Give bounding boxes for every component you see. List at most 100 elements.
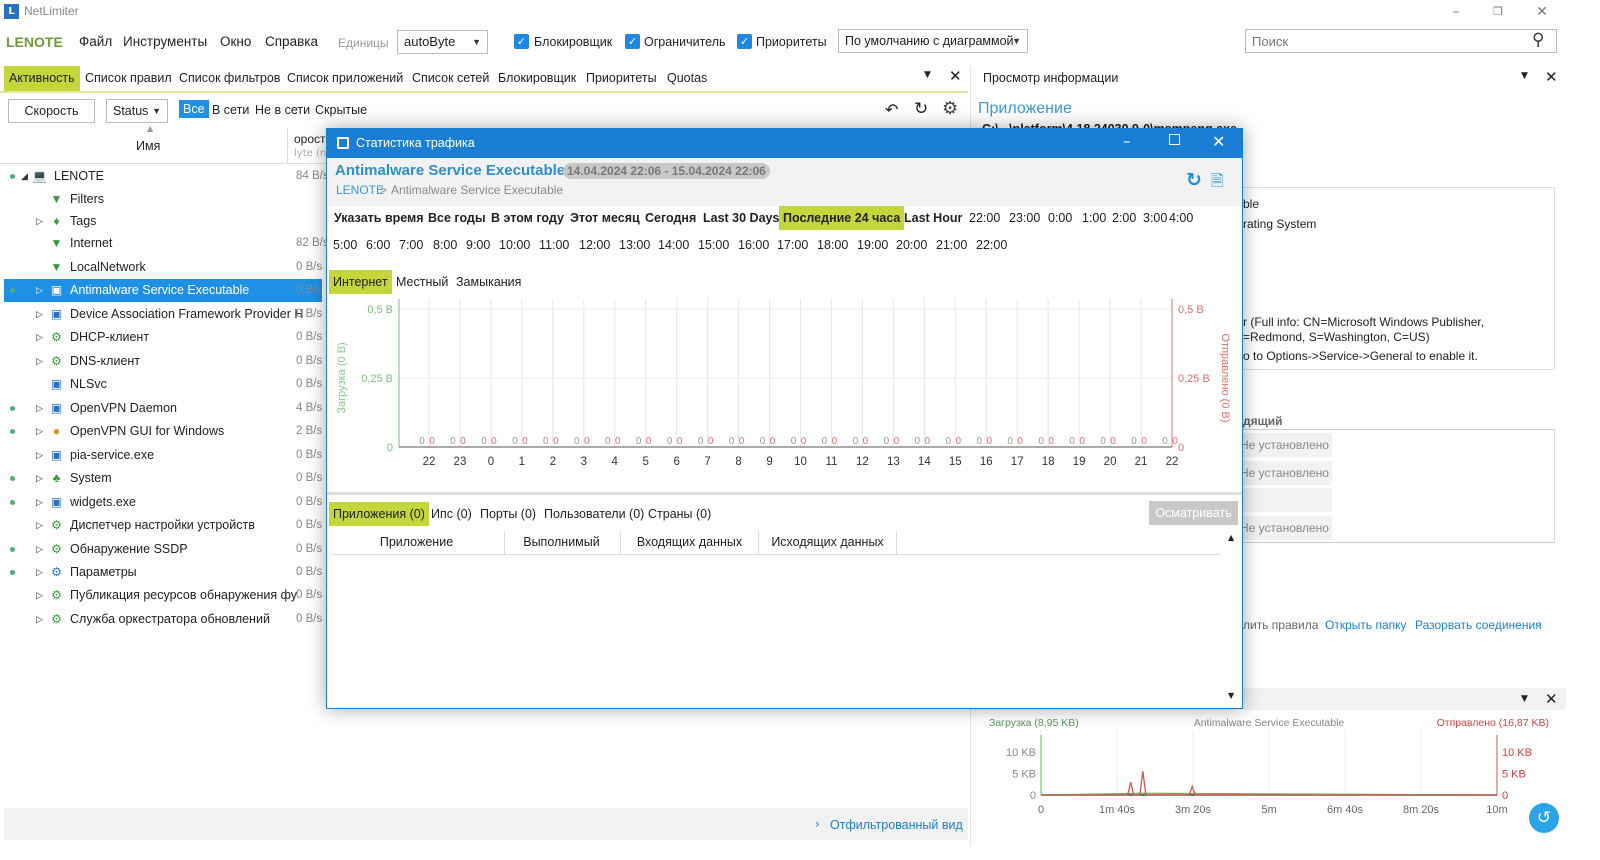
collapse-arrow-icon[interactable]: ◢ bbox=[21, 165, 28, 188]
expand-arrow-icon[interactable]: ▷ bbox=[36, 444, 43, 467]
period-button[interactable]: Этот месяц bbox=[566, 206, 644, 230]
breadcrumb-root[interactable]: LENOTE bbox=[336, 183, 384, 197]
expand-arrow-icon[interactable]: ▷ bbox=[36, 326, 43, 349]
tree-row[interactable]: ▷ ▣ OpenVPN Daemon 4 B/s bbox=[4, 397, 322, 420]
tab-4[interactable]: Список сетей bbox=[407, 66, 494, 91]
status-select[interactable]: Status ▼ bbox=[106, 99, 168, 123]
tree-row[interactable]: ▷ ▣ pia-service.exe 0 B/s bbox=[4, 444, 322, 467]
reset-chart-button[interactable]: ↺ bbox=[1529, 803, 1559, 833]
expand-arrow-icon[interactable]: ▷ bbox=[36, 210, 43, 233]
hour-button[interactable]: 1:00 bbox=[1078, 206, 1110, 230]
expand-arrow-icon[interactable]: ▷ bbox=[36, 279, 43, 302]
hour-button[interactable]: 12:00 bbox=[575, 233, 614, 257]
tree-row[interactable]: ▷ ♣ System 0 B/s bbox=[4, 467, 322, 490]
hour-button[interactable]: 2:00 bbox=[1108, 206, 1140, 230]
hour-button[interactable]: 8:00 bbox=[429, 233, 461, 257]
tab-3[interactable]: Список приложений bbox=[282, 66, 408, 91]
filter-hidden[interactable]: Скрытые bbox=[315, 103, 367, 117]
hour-button[interactable]: 23:00 bbox=[1005, 206, 1044, 230]
hour-button[interactable]: 22:00 bbox=[972, 233, 1011, 257]
menu-window[interactable]: Окно bbox=[220, 34, 251, 49]
mini-dropdown-icon[interactable]: ▼ bbox=[1521, 694, 1528, 704]
hour-button[interactable]: 6:00 bbox=[362, 233, 394, 257]
tab-5[interactable]: Блокировщик bbox=[493, 66, 581, 91]
collapse-icon[interactable]: ↶ bbox=[885, 100, 898, 119]
tree-row[interactable]: ▷ ▣ Antimalware Service Executable 0 B/s bbox=[4, 279, 322, 302]
hour-button[interactable]: 19:00 bbox=[853, 233, 892, 257]
expand-arrow-icon[interactable]: ▷ bbox=[36, 514, 43, 537]
tree-row[interactable]: ▷ ⚙ Диспетчер настройки устройств 0 B/s bbox=[4, 514, 322, 537]
bottom-tab[interactable]: Пользователи (0) bbox=[540, 502, 648, 526]
scroll-down-icon[interactable]: ▼ bbox=[1228, 691, 1234, 700]
tree-row[interactable]: ▼ LocalNetwork 0 B/s bbox=[4, 256, 323, 279]
expand-arrow-icon[interactable]: ▷ bbox=[36, 538, 43, 561]
filter-all[interactable]: Все bbox=[179, 100, 209, 118]
hour-button[interactable]: 21:00 bbox=[932, 233, 971, 257]
menu-file[interactable]: Файл bbox=[79, 34, 112, 49]
expand-arrow-icon[interactable]: ▷ bbox=[36, 491, 43, 514]
tree-row[interactable]: ▣ NLSvc 0 B/s bbox=[4, 373, 322, 396]
tree-row[interactable]: ▷ ⚙ Публикация ресурсов обнаружения фу 0… bbox=[4, 584, 322, 607]
hour-button[interactable]: 18:00 bbox=[813, 233, 852, 257]
tree-row[interactable]: ▼ Internet 82 B/s bbox=[4, 232, 329, 255]
hour-button[interactable]: 20:00 bbox=[892, 233, 931, 257]
tree-row[interactable]: ▷ ♦ Tags bbox=[4, 210, 322, 233]
table-column-header[interactable]: Входящих данных bbox=[621, 531, 759, 554]
dialog-close-button[interactable]: ✕ bbox=[1212, 132, 1225, 151]
period-button[interactable]: Last Hour bbox=[900, 206, 966, 230]
bottom-tab[interactable]: Порты (0) bbox=[476, 502, 540, 526]
expand-arrow-icon[interactable]: ▷ bbox=[36, 420, 43, 443]
tree-row[interactable]: ▷ ⚙ Параметры 0 B/s bbox=[4, 561, 322, 584]
tab-7[interactable]: Quotas bbox=[662, 66, 712, 91]
tree-row[interactable]: ▷ ⚙ DNS-клиент 0 B/s bbox=[4, 350, 322, 373]
priority-value[interactable]: Не установлено bbox=[1240, 461, 1332, 485]
table-column-header[interactable]: Исходящих данных bbox=[759, 531, 897, 554]
hour-button[interactable]: 22:00 bbox=[965, 206, 1004, 230]
kill-connections-link[interactable]: Разорвать соединения bbox=[1415, 618, 1542, 632]
dialog-splitter[interactable] bbox=[327, 492, 1242, 495]
tree-row[interactable]: ▷ ⚙ Обнаружение SSDP 0 B/s bbox=[4, 538, 322, 561]
hour-button[interactable]: 13:00 bbox=[615, 233, 654, 257]
search-icon[interactable]: ⚲ bbox=[1532, 30, 1544, 50]
column-speed[interactable]: орост bbox=[294, 132, 326, 146]
hour-button[interactable]: 10:00 bbox=[495, 233, 534, 257]
hour-button[interactable]: 5:00 bbox=[329, 233, 361, 257]
view-select[interactable]: По умолчанию с диаграммой ▼ bbox=[838, 29, 1028, 53]
expand-arrow-icon[interactable]: ▷ bbox=[36, 608, 43, 631]
open-folder-link[interactable]: Открыть папку bbox=[1325, 618, 1407, 632]
bottom-tab[interactable]: Приложения (0) bbox=[329, 502, 429, 526]
hour-button[interactable]: 11:00 bbox=[535, 233, 573, 257]
filter-online[interactable]: В сети bbox=[212, 103, 249, 117]
scroll-up-icon[interactable]: ▲ bbox=[1228, 533, 1234, 542]
table-column-header[interactable]: Приложение bbox=[329, 531, 505, 554]
expand-arrow-icon[interactable]: ▷ bbox=[36, 303, 43, 326]
filter-offline[interactable]: Не в сети bbox=[255, 103, 310, 117]
period-button[interactable]: Указать время bbox=[330, 206, 428, 230]
tree-row[interactable]: ▷ ⚙ Служба оркестратора обновлений 0 B/s bbox=[4, 608, 322, 631]
priority-value[interactable] bbox=[1240, 488, 1332, 512]
expand-arrow-icon[interactable]: ▷ bbox=[36, 584, 43, 607]
expand-arrow-icon[interactable]: ▷ bbox=[36, 350, 43, 373]
minimize-button[interactable]: – bbox=[1441, 2, 1471, 22]
period-button[interactable]: Сегодня bbox=[641, 206, 700, 230]
units-select[interactable]: autoByte ▼ bbox=[397, 30, 488, 54]
close-panel-icon[interactable]: ✕ bbox=[949, 67, 962, 85]
tab-2[interactable]: Список фильтров bbox=[174, 66, 285, 91]
period-button[interactable]: Last 30 Days bbox=[699, 206, 783, 230]
expand-arrow-icon[interactable]: ▷ bbox=[36, 397, 43, 420]
dialog-minimize-button[interactable]: – bbox=[1123, 132, 1131, 150]
tree-row[interactable]: ▷ ● OpenVPN GUI for Windows 2 B/s bbox=[4, 420, 322, 443]
period-button[interactable]: В этом году bbox=[487, 206, 568, 230]
mini-close-icon[interactable]: ✕ bbox=[1545, 690, 1558, 708]
speed-button[interactable]: Скорость bbox=[8, 99, 95, 123]
tree-row[interactable]: ▷ ▣ Device Association Framework Provide… bbox=[4, 303, 322, 326]
tab-0[interactable]: Активность bbox=[4, 66, 80, 91]
tree-row[interactable]: ◢ 💻 LENOTE 84 B/s bbox=[4, 165, 329, 188]
priority-value[interactable]: Не установлено bbox=[1240, 516, 1332, 540]
close-button[interactable]: ✕ bbox=[1527, 2, 1557, 22]
tab-1[interactable]: Список правил bbox=[80, 66, 177, 91]
tree-row[interactable]: ▷ ▣ widgets.exe 0 B/s bbox=[4, 491, 322, 514]
hour-button[interactable]: 15:00 bbox=[694, 233, 733, 257]
hour-button[interactable]: 17:00 bbox=[773, 233, 812, 257]
tree-row[interactable]: ▷ ⚙ DHCP-клиент 0 B/s bbox=[4, 326, 322, 349]
